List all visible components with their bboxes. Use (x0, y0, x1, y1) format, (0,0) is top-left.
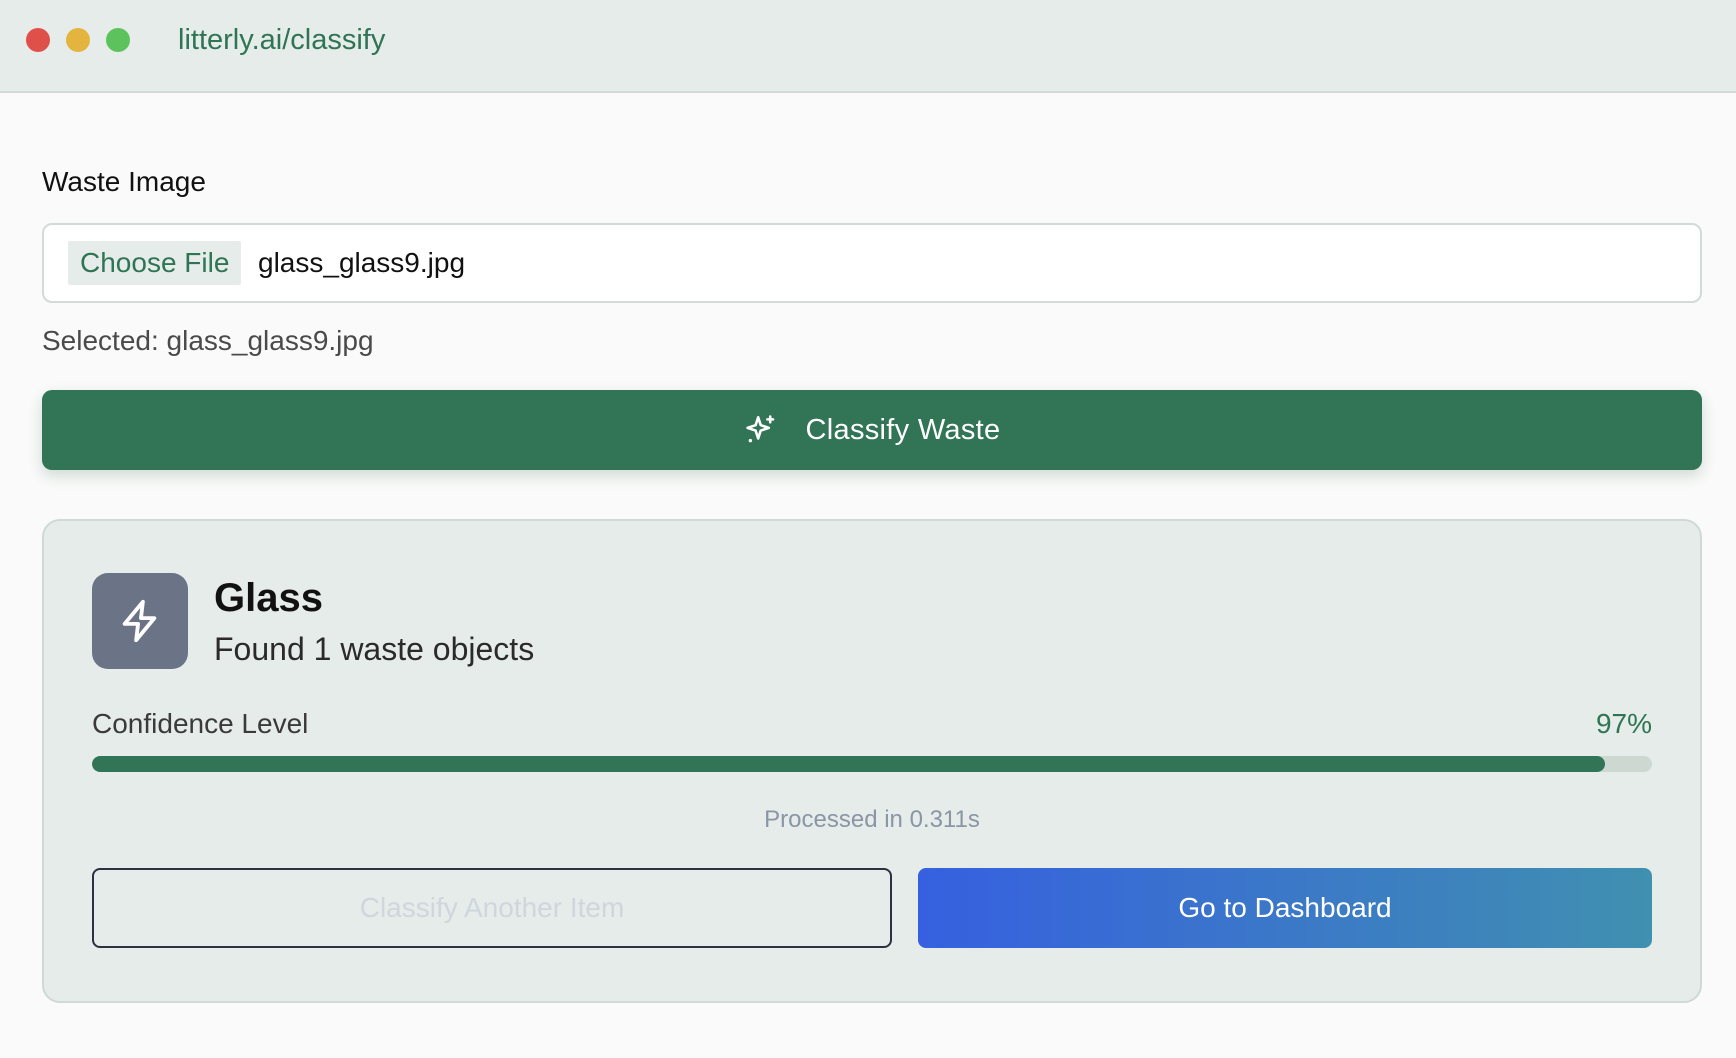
url-text: litterly.ai/classify (178, 24, 386, 56)
classify-waste-button[interactable]: Classify Waste (42, 390, 1702, 470)
confidence-progress-fill (92, 756, 1606, 772)
waste-image-label: Waste Image (42, 166, 206, 197)
minimize-window-button[interactable] (66, 28, 90, 52)
objects-found-text: Found 1 waste objects (214, 631, 535, 667)
choose-file-button[interactable]: Choose File (68, 241, 242, 285)
result-card: Glass Found 1 waste objects Confidence L… (42, 519, 1702, 1003)
category-title: Glass (214, 576, 323, 620)
classify-waste-label: Classify Waste (805, 414, 1001, 446)
confidence-progress-bar (92, 756, 1652, 772)
lightning-bolt-icon (92, 573, 188, 669)
app-window: litterly.ai/classify Waste Image Choose … (0, 0, 1736, 1058)
file-input[interactable]: Choose File glass_glass9.jpg (42, 223, 1702, 303)
classify-another-button[interactable]: Classify Another Item (92, 868, 892, 948)
sparkles-icon (744, 413, 778, 447)
confidence-label: Confidence Level (92, 708, 309, 739)
title-bar: litterly.ai/classify (0, 0, 1736, 93)
file-name-text: glass_glass9.jpg (258, 247, 466, 278)
go-to-dashboard-button[interactable]: Go to Dashboard (918, 868, 1652, 948)
close-window-button[interactable] (26, 28, 50, 52)
confidence-value: 97% (1595, 708, 1652, 739)
maximize-window-button[interactable] (106, 28, 130, 52)
processing-time-text: Processed in 0.311s (764, 806, 980, 833)
selected-file-text: Selected: glass_glass9.jpg (42, 325, 374, 356)
